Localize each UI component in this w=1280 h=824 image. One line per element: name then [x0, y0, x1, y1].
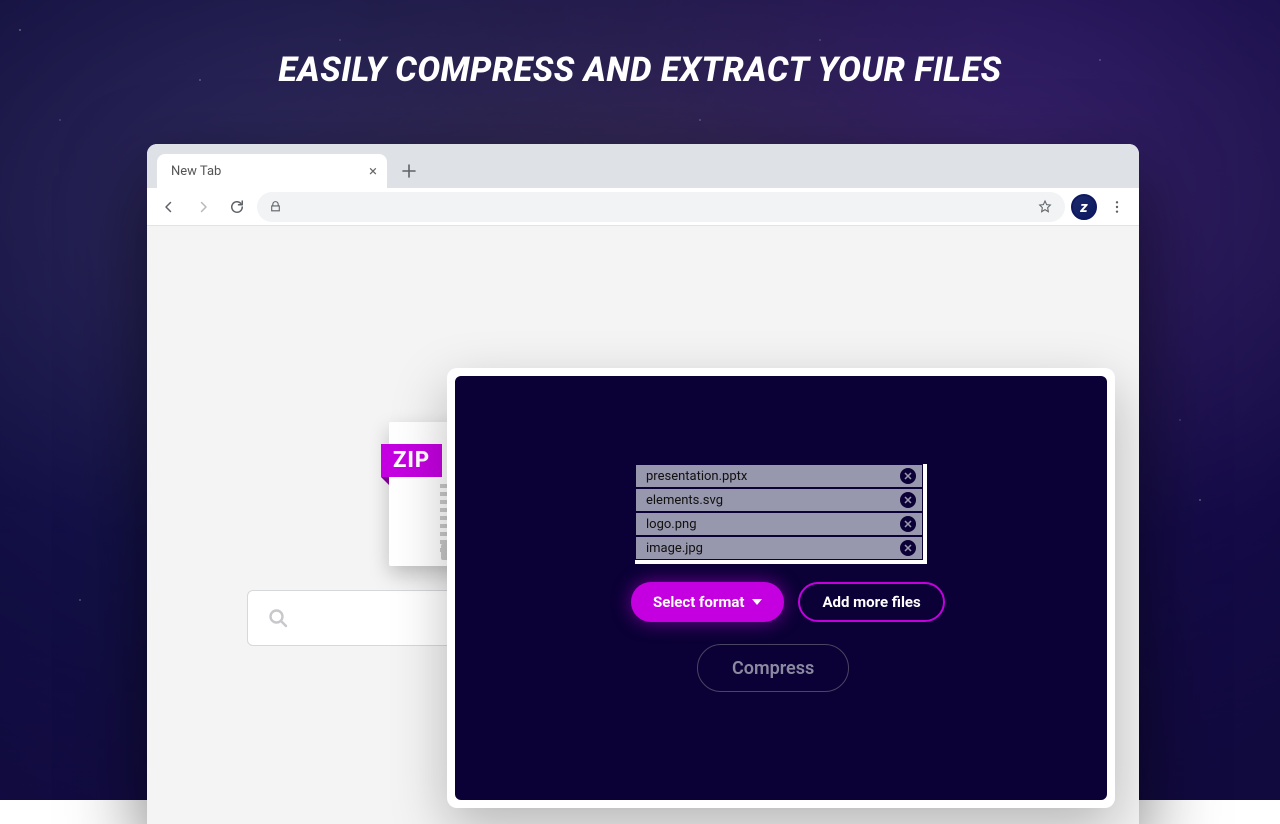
file-row: image.jpg ✕	[635, 536, 923, 560]
remove-file-icon[interactable]: ✕	[900, 492, 916, 508]
extension-popup: presentation.pptx ✕ elements.svg ✕ logo.…	[447, 368, 1115, 808]
nav-reload-button[interactable]	[223, 193, 251, 221]
browser-viewport: ZIP presentation.pptx ✕ elements.svg ✕ l…	[147, 226, 1139, 824]
file-row: elements.svg ✕	[635, 488, 923, 512]
add-more-files-button[interactable]: Add more files	[798, 582, 944, 622]
file-list: presentation.pptx ✕ elements.svg ✕ logo.…	[635, 464, 927, 564]
remove-file-icon[interactable]: ✕	[900, 516, 916, 532]
browser-window: New Tab × z	[147, 144, 1139, 824]
address-bar[interactable]	[257, 192, 1065, 222]
arrow-left-icon	[160, 198, 178, 216]
browser-menu-button[interactable]	[1103, 193, 1131, 221]
reload-icon	[228, 198, 246, 216]
file-name: presentation.pptx	[646, 469, 747, 484]
kebab-icon	[1109, 199, 1125, 215]
extension-badge-letter: z	[1080, 198, 1087, 216]
compress-button[interactable]: Compress	[697, 644, 849, 692]
extension-badge[interactable]: z	[1071, 194, 1097, 220]
file-name: elements.svg	[646, 493, 723, 508]
nav-forward-button[interactable]	[189, 193, 217, 221]
arrow-right-icon	[194, 198, 212, 216]
browser-toolbar: z	[147, 188, 1139, 226]
new-tab-button[interactable]	[395, 157, 423, 185]
promo-headline: EASILY COMPRESS AND EXTRACT YOUR FILES	[0, 50, 1280, 90]
lock-icon	[269, 200, 282, 213]
tab-title: New Tab	[171, 164, 221, 179]
file-row: logo.png ✕	[635, 512, 923, 536]
action-buttons: Select format Add more files	[631, 582, 945, 622]
compress-label: Compress	[732, 658, 814, 679]
file-name: image.jpg	[646, 541, 703, 556]
file-name: logo.png	[646, 517, 697, 532]
caret-down-icon	[752, 599, 762, 605]
search-icon	[266, 606, 290, 630]
remove-file-icon[interactable]: ✕	[900, 540, 916, 556]
tab-strip: New Tab ×	[147, 144, 1139, 188]
nav-back-button[interactable]	[155, 193, 183, 221]
select-format-label: Select format	[653, 593, 744, 611]
browser-tab[interactable]: New Tab ×	[157, 154, 387, 188]
popup-panel: presentation.pptx ✕ elements.svg ✕ logo.…	[455, 376, 1107, 800]
star-icon[interactable]	[1037, 199, 1053, 215]
zip-badge: ZIP	[381, 444, 442, 477]
file-row: presentation.pptx ✕	[635, 464, 923, 488]
close-tab-icon[interactable]: ×	[369, 164, 377, 179]
plus-icon	[402, 164, 416, 178]
remove-file-icon[interactable]: ✕	[900, 468, 916, 484]
add-more-files-label: Add more files	[822, 593, 920, 611]
select-format-button[interactable]: Select format	[631, 582, 784, 622]
